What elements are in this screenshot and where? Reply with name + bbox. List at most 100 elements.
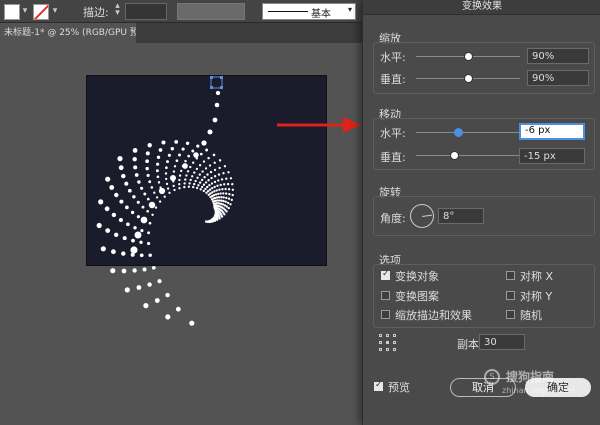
move-vertical-field[interactable]: -15 px: [519, 148, 585, 164]
spiral-dot: [214, 212, 217, 216]
spiral-dot: [207, 193, 210, 197]
illustrator-window: ▾ ▾ 描边: ▴▾ 基本 ▾ 不透 未标题-1* @ 25% (RGB/GPU…: [0, 0, 600, 425]
spiral-dot: [214, 208, 217, 211]
spiral-dot: [178, 153, 181, 157]
scale-horizontal-field[interactable]: 90%: [527, 48, 589, 64]
angle-field[interactable]: 8°: [438, 208, 484, 224]
random-checkbox[interactable]: [506, 310, 515, 319]
spiral-dot: [230, 198, 233, 202]
fill-dropdown-icon[interactable]: ▾: [20, 5, 30, 17]
spiral-dot: [118, 217, 123, 223]
spiral-dot: [213, 185, 216, 189]
spiral-dot: [117, 156, 123, 162]
variable-width-dropdown[interactable]: [177, 3, 245, 20]
spiral-dot: [125, 205, 129, 210]
watermark-main-text: 搜狗指南: [506, 370, 555, 384]
spiral-dot: [208, 188, 212, 191]
spiral-dot: [121, 268, 127, 274]
spiral-dot: [161, 140, 166, 145]
profile-label: 基本: [311, 9, 331, 20]
spiral-dot: [204, 187, 207, 191]
scale-strokes-checkbox[interactable]: [381, 310, 390, 319]
spiral-dot: [143, 192, 147, 196]
spiral-dot: [148, 253, 152, 257]
reflect-y-checkbox[interactable]: [506, 291, 515, 300]
transform-objects-checkbox[interactable]: [381, 269, 390, 280]
spiral-dot: [217, 179, 220, 182]
scale-horizontal-label: 水平:: [380, 51, 406, 64]
spiral-dot: [210, 176, 213, 180]
spiral-dot: [213, 180, 217, 184]
spiral-dot: [183, 182, 186, 185]
brush-definition-dropdown[interactable]: 基本 ▾: [262, 3, 356, 20]
scale-vertical-knob[interactable]: [464, 74, 473, 83]
spiral-dot: [201, 170, 204, 173]
watermark-url-text: zhinan.sogou.com: [502, 386, 575, 395]
spiral-dot: [208, 184, 211, 187]
spiral-dot: [200, 185, 204, 189]
stroke-weight-field[interactable]: [125, 3, 167, 20]
spiral-dot: [213, 206, 216, 209]
spiral-dot: [207, 179, 210, 182]
spiral-dot: [146, 209, 150, 213]
document-tab[interactable]: 未标题-1* @ 25% (RGB/GPU 预览): [0, 23, 136, 43]
spiral-dot: [191, 175, 194, 178]
move-vertical-slider[interactable]: [416, 155, 520, 156]
spiral-dot: [222, 199, 225, 203]
spiral-dot: [207, 220, 210, 223]
spiral-dot: [194, 179, 197, 183]
angle-dial-icon[interactable]: [410, 204, 434, 228]
move-horizontal-knob[interactable]: [454, 128, 463, 137]
preview-checkbox[interactable]: [374, 380, 383, 391]
spiral-dot: [197, 184, 200, 187]
spiral-dot: [165, 314, 171, 320]
spiral-dot: [217, 173, 221, 176]
move-horizontal-field[interactable]: -6 px: [519, 123, 585, 140]
move-group: 水平: -6 px 垂直: -15 px: [373, 118, 595, 170]
spiral-dot: [185, 141, 190, 146]
spiral-dot: [198, 181, 202, 184]
scale-vertical-label: 垂直:: [380, 73, 406, 86]
reflect-x-checkbox[interactable]: [506, 271, 515, 280]
scale-horizontal-knob[interactable]: [464, 52, 473, 61]
spiral-dot: [178, 178, 181, 182]
spiral-dot: [213, 168, 217, 172]
reference-point-icon[interactable]: [379, 334, 396, 351]
spiral-dot: [134, 173, 139, 177]
spiral-dot: [172, 184, 175, 188]
reflect-y-label: 对称 Y: [520, 290, 553, 303]
spiral-dot: [182, 163, 188, 169]
stroke-stepper-icon[interactable]: ▴ ▾: [112, 2, 123, 18]
copies-field[interactable]: 30: [479, 334, 525, 350]
spiral-dot: [145, 166, 149, 171]
move-horizontal-slider[interactable]: [416, 132, 520, 133]
spiral-dot: [185, 174, 188, 177]
spiral-dot: [174, 140, 179, 144]
stroke-dropdown-icon[interactable]: ▾: [50, 5, 60, 17]
spiral-dot: [98, 199, 104, 205]
spiral-dot: [204, 220, 208, 223]
spiral-dot: [114, 192, 119, 198]
chevron-down-icon: ▾: [347, 5, 352, 14]
stroke-none-icon[interactable]: [33, 4, 49, 20]
spiral-dot: [132, 268, 137, 273]
fill-swatch-icon[interactable]: [4, 4, 20, 20]
scale-strokes-label: 缩放描边和效果: [395, 309, 472, 322]
spiral-dot: [222, 172, 225, 175]
move-vertical-label: 垂直:: [380, 151, 406, 164]
spiral-dot: [141, 205, 145, 209]
spiral-dot: [118, 165, 124, 171]
spiral-dot: [206, 185, 209, 189]
spiral-dot: [196, 144, 200, 148]
transform-patterns-checkbox[interactable]: [381, 291, 390, 300]
spiral-dot: [206, 173, 209, 176]
spiral-dot: [218, 166, 221, 170]
move-vertical-knob[interactable]: [450, 151, 459, 160]
spiral-dot: [146, 173, 150, 177]
spiral-dot: [130, 210, 135, 215]
spiral-dot: [132, 195, 136, 199]
selection-handle-icon[interactable]: [210, 76, 223, 89]
scale-vertical-field[interactable]: 90%: [527, 70, 589, 86]
spiral-dot: [146, 197, 150, 201]
spiral-dot: [224, 187, 227, 191]
